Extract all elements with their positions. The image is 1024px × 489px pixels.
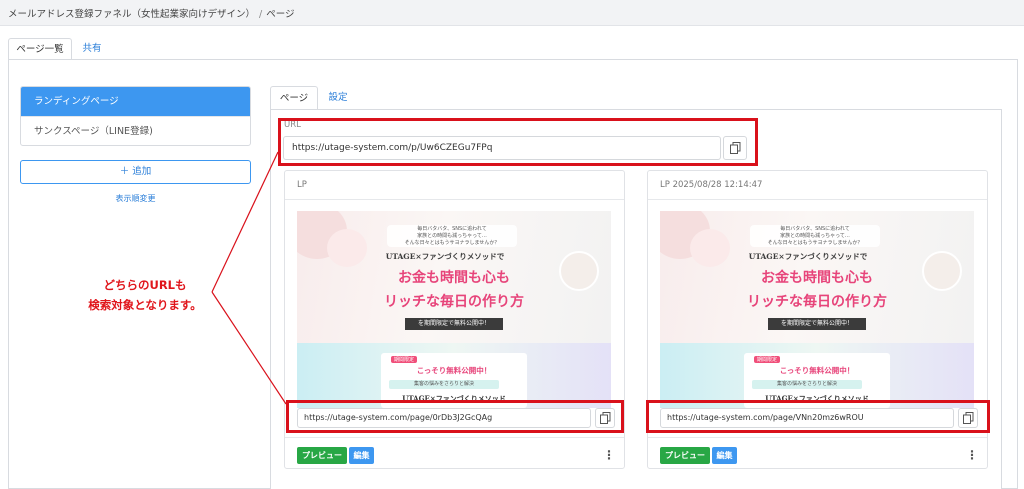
promo-badge: 期間限定 — [391, 356, 418, 363]
preview-button[interactable]: プレビュー — [297, 447, 347, 464]
thumbnail-title: UTAGE×ファンづくりメソッドで — [385, 252, 505, 261]
page-thumbnail[interactable]: 毎日バタバタ、SNSに追われて 家族との時間も減っちゃって… そんな日々とはもうサヨ… — [297, 211, 611, 408]
thumbnail-bubble: 毎日バタバタ、SNSに追われて 家族との時間も減っちゃって… そんな日々とはもうサヨ… — [387, 225, 517, 247]
bubble-text: そんな日々とはもうサヨナラしませんか？ — [404, 240, 500, 246]
tab-page[interactable]: ページ — [270, 86, 318, 110]
breadcrumb-funnel[interactable]: メールアドレス登録ファネル（女性起業家向けデザイン） — [8, 9, 255, 20]
promo-sub: 集客の悩みをさらりと解決 — [389, 380, 499, 389]
edit-button[interactable]: 編集 — [349, 447, 374, 464]
kebab-menu-icon[interactable]: ⋮ — [966, 447, 978, 464]
add-page-button[interactable]: ＋ 追加 — [20, 160, 251, 184]
breadcrumb: メールアドレス登録ファネル（女性起業家向けデザイン） / ページ — [8, 6, 295, 20]
bubble-text: 毎日バタバタ、SNSに追われて — [417, 226, 487, 232]
card-divider — [285, 437, 624, 438]
thumbnail-banner: を期間限定で無料公開中！ — [405, 318, 503, 330]
thumbnail-headline: お金も時間も心も — [761, 270, 873, 286]
highlight-box-funnel-url — [278, 118, 758, 166]
bubble-text: 毎日バタバタ、SNSに追われて — [780, 226, 850, 232]
thumbnail-bubble: 毎日バタバタ、SNSに追われて 家族との時間も減っちゃって… そんな日々とはもうサヨ… — [750, 225, 880, 247]
kebab-menu-icon[interactable]: ⋮ — [603, 447, 615, 464]
thumbnail-headline: お金も時間も心も — [398, 270, 510, 286]
thumbnail-headline: リッチな毎日の作り方 — [747, 294, 887, 310]
callout-line-1: どちらのURLも — [103, 278, 187, 292]
card-header: LP 2025/08/28 12:14:47 — [648, 171, 987, 200]
card-divider — [648, 437, 987, 438]
thumbnail-banner: を期間限定で無料公開中！ — [768, 318, 866, 330]
promo-sub: 集客の悩みをさらりと解決 — [752, 380, 862, 389]
tab-settings[interactable]: 設定 — [322, 86, 354, 110]
promo-title: こっそり無料公開中！ — [779, 366, 855, 375]
tab-page-list[interactable]: ページ一覧 — [8, 38, 72, 60]
callout-text: どちらのURLも 検索対象となります。 — [70, 275, 220, 315]
page-thumbnail[interactable]: 毎日バタバタ、SNSに追われて 家族との時間も減っちゃって… そんな日々とはもうサヨ… — [660, 211, 974, 408]
reorder-link[interactable]: 表示順変更 — [20, 193, 251, 204]
page-list: ランディングページ サンクスページ（LINE登録) — [20, 86, 251, 146]
sidebar-item-thanks-page[interactable]: サンクスページ（LINE登録) — [21, 116, 250, 145]
thumbnail-headline: リッチな毎日の作り方 — [384, 294, 524, 310]
bubble-text: そんな日々とはもうサヨナラしませんか？ — [767, 240, 863, 246]
card-header: LP — [285, 171, 624, 200]
promo-badge: 期間限定 — [754, 356, 781, 363]
breadcrumb-page: ページ — [266, 9, 295, 20]
edit-button[interactable]: 編集 — [712, 447, 737, 464]
sidebar-item-landing-page[interactable]: ランディングページ — [21, 87, 250, 116]
callout-line-2: 検索対象となります。 — [88, 298, 202, 312]
highlight-box-card1-url — [286, 400, 624, 433]
bubble-text: 家族との時間も減っちゃって… — [417, 233, 487, 239]
promo-title: こっそり無料公開中！ — [416, 366, 492, 375]
bubble-text: 家族との時間も減っちゃって… — [780, 233, 850, 239]
thumbnail-title: UTAGE×ファンづくりメソッドで — [748, 252, 868, 261]
top-bar: メールアドレス登録ファネル（女性起業家向けデザイン） / ページ — [0, 0, 1024, 26]
preview-button[interactable]: プレビュー — [660, 447, 710, 464]
breadcrumb-separator: / — [259, 9, 263, 20]
highlight-box-card2-url — [646, 400, 990, 433]
tab-share[interactable]: 共有 — [76, 38, 108, 60]
